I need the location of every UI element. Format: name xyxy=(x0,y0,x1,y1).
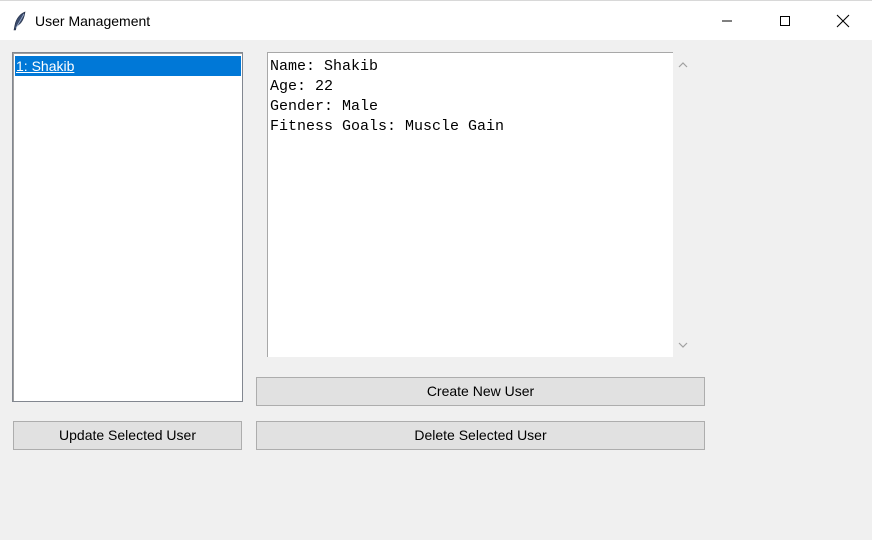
details-age-line: Age: 22 xyxy=(270,78,334,95)
close-icon xyxy=(836,14,850,28)
update-user-button[interactable]: Update Selected User xyxy=(13,421,242,450)
close-button[interactable] xyxy=(814,1,872,40)
chevron-up-icon xyxy=(678,55,688,73)
create-user-button[interactable]: Create New User xyxy=(256,377,705,406)
user-management-window: User Management 1: Shakib Name: Shakib A… xyxy=(0,0,872,540)
chevron-down-icon xyxy=(678,336,688,354)
details-name-line: Name: Shakib xyxy=(270,58,379,75)
user-listbox[interactable]: 1: Shakib xyxy=(12,52,243,402)
maximize-button[interactable] xyxy=(756,1,814,40)
list-item[interactable]: 1: Shakib xyxy=(15,56,241,76)
details-gender-line: Gender: Male xyxy=(270,98,379,115)
details-fitness-goals-line: Fitness Goals: Muscle Gain xyxy=(270,118,505,135)
minimize-icon xyxy=(721,15,733,27)
feather-icon xyxy=(12,11,28,31)
scroll-up-button[interactable] xyxy=(673,54,693,74)
minimize-button[interactable] xyxy=(698,1,756,40)
delete-user-button[interactable]: Delete Selected User xyxy=(256,421,705,450)
title-bar[interactable]: User Management xyxy=(0,0,872,40)
user-details-textarea[interactable]: Name: Shakib Age: 22 Gender: Male Fitnes… xyxy=(267,52,673,357)
scroll-down-button[interactable] xyxy=(673,335,693,355)
details-scrollbar[interactable] xyxy=(673,52,693,357)
window-title: User Management xyxy=(35,13,151,29)
maximize-icon xyxy=(779,15,791,27)
